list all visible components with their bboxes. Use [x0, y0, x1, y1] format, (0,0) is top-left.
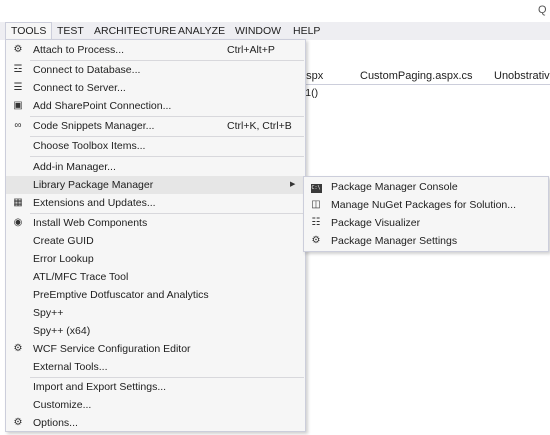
menu-item-label: Options... — [33, 417, 78, 429]
console-icon: C:\ — [310, 184, 322, 193]
menu-item-label: Connect to Server... — [33, 82, 126, 94]
wcf-gear-icon: ⚙ — [13, 343, 23, 354]
menu-item-label: Package Visualizer — [331, 217, 421, 229]
tab-unobstrative[interactable]: Unobstrative — [494, 70, 550, 82]
menu-item-preemptive-dotfuscator[interactable]: PreEmptive Dotfuscator and Analytics — [6, 286, 305, 304]
menu-item-label: Manage NuGet Packages for Solution... — [331, 199, 517, 211]
menu-item-label: Customize... — [33, 399, 92, 411]
menu-item-label: ATL/MFC Trace Tool — [33, 271, 129, 283]
menu-item-connect-database[interactable]: ☲ Connect to Database... — [6, 61, 305, 79]
menu-item-label: Code Snippets Manager... — [33, 120, 155, 132]
submenu-item-package-console[interactable]: C:\ Package Manager Console — [304, 178, 548, 196]
package-manager-submenu: C:\ Package Manager Console ◫ Manage NuG… — [303, 176, 549, 252]
menu-item-label: WCF Service Configuration Editor — [33, 343, 191, 355]
server-icon: ☰ — [13, 82, 23, 93]
menu-item-label: Extensions and Updates... — [33, 197, 156, 209]
menu-analyze[interactable]: ANALYZE — [173, 22, 230, 40]
gear-icon: ⚙ — [311, 235, 321, 246]
shortcut-label: Ctrl+K, Ctrl+B — [227, 120, 292, 132]
menu-item-label: Spy++ — [33, 307, 64, 319]
menu-item-label: Create GUID — [33, 235, 94, 247]
menu-item-addin-manager[interactable]: Add-in Manager... — [6, 158, 305, 176]
menu-item-library-package-manager[interactable]: Library Package Manager ▶ — [6, 176, 305, 194]
menu-item-label: Error Lookup — [33, 253, 94, 265]
submenu-item-package-settings[interactable]: ⚙ Package Manager Settings — [304, 232, 548, 250]
sharepoint-icon: ▣ — [13, 100, 23, 111]
extensions-icon: ▦ — [13, 197, 23, 208]
menu-architecture[interactable]: ARCHITECTURE — [89, 22, 181, 40]
menu-item-label: Choose Toolbox Items... — [33, 140, 146, 152]
nuget-icon: ◫ — [311, 199, 321, 210]
globe-icon: ◉ — [13, 217, 23, 228]
menu-item-label: Package Manager Settings — [331, 235, 458, 247]
menu-item-label: PreEmptive Dotfuscator and Analytics — [33, 289, 209, 301]
gear-icon: ⚙ — [13, 417, 23, 428]
database-icon: ☲ — [13, 64, 23, 75]
menu-item-error-lookup[interactable]: Error Lookup — [6, 250, 305, 268]
submenu-arrow-icon: ▶ — [290, 181, 296, 188]
menu-item-import-export-settings[interactable]: Import and Export Settings... — [6, 378, 305, 396]
menu-item-label: Import and Export Settings... — [33, 381, 167, 393]
submenu-item-package-visualizer[interactable]: ☷ Package Visualizer — [304, 214, 548, 232]
menu-item-connect-server[interactable]: ☰ Connect to Server... — [6, 79, 305, 97]
menu-help[interactable]: HELP — [288, 22, 325, 40]
hierarchy-icon: ☷ — [311, 217, 321, 228]
menu-bar: TOOLS TEST ARCHITECTURE ANALYZE WINDOW H… — [0, 22, 550, 41]
menu-item-options[interactable]: ⚙ Options... — [6, 414, 305, 432]
menu-item-atl-mfc-trace[interactable]: ATL/MFC Trace Tool — [6, 268, 305, 286]
menu-item-choose-toolbox[interactable]: Choose Toolbox Items... — [6, 137, 305, 155]
menu-item-label: Add SharePoint Connection... — [33, 100, 172, 112]
menu-item-spy-x64[interactable]: Spy++ (x64) — [6, 322, 305, 340]
menu-item-label: Spy++ (x64) — [33, 325, 91, 337]
menu-item-label: Install Web Components — [33, 217, 148, 229]
menu-item-label: Package Manager Console — [331, 181, 458, 193]
shortcut-label: Ctrl+Alt+P — [227, 44, 275, 56]
menu-item-extensions-updates[interactable]: ▦ Extensions and Updates... — [6, 194, 305, 212]
tools-menu: ⚙ Attach to Process... Ctrl+Alt+P ☲ Conn… — [5, 39, 306, 432]
menu-item-customize[interactable]: Customize... — [6, 396, 305, 414]
snippets-icon: ∞ — [14, 120, 22, 131]
submenu-item-manage-nuget[interactable]: ◫ Manage NuGet Packages for Solution... — [304, 196, 548, 214]
tab-underline — [300, 84, 550, 85]
menu-item-external-tools[interactable]: External Tools... — [6, 358, 305, 376]
menu-item-install-web-components[interactable]: ◉ Install Web Components — [6, 214, 305, 232]
attach-process-icon: ⚙ — [13, 44, 23, 55]
menu-item-label: Connect to Database... — [33, 64, 141, 76]
menu-item-create-guid[interactable]: Create GUID — [6, 232, 305, 250]
menu-item-label: Add-in Manager... — [33, 161, 116, 173]
tab-custompaging[interactable]: CustomPaging.aspx.cs — [360, 70, 473, 82]
menu-test[interactable]: TEST — [52, 22, 89, 40]
menu-item-spy[interactable]: Spy++ — [6, 304, 305, 322]
menu-item-wcf-config-editor[interactable]: ⚙ WCF Service Configuration Editor — [6, 340, 305, 358]
menu-item-code-snippets[interactable]: ∞ Code Snippets Manager... Ctrl+K, Ctrl+… — [6, 117, 305, 135]
menu-item-attach-to-process[interactable]: ⚙ Attach to Process... Ctrl+Alt+P — [6, 41, 305, 59]
menu-window[interactable]: WINDOW — [230, 22, 286, 40]
menu-item-label: External Tools... — [33, 361, 108, 373]
menu-item-label: Attach to Process... — [33, 44, 125, 56]
menu-separator — [30, 156, 304, 157]
menu-item-add-sharepoint[interactable]: ▣ Add SharePoint Connection... — [6, 97, 305, 115]
search-icon[interactable]: Q — [538, 4, 547, 16]
menu-item-label: Library Package Manager — [33, 179, 154, 191]
